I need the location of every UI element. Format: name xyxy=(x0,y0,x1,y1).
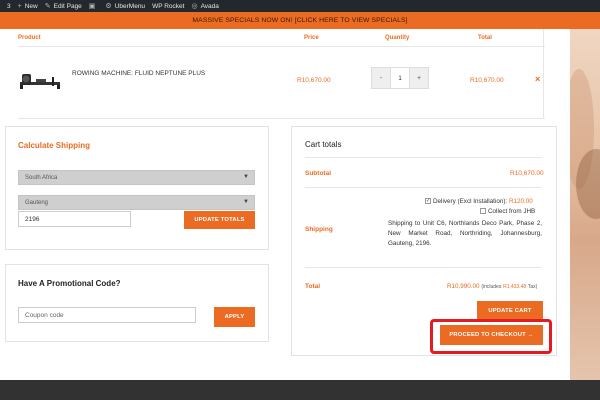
collect-option[interactable]: Collect from JHB xyxy=(480,208,535,215)
col-header-total: Total xyxy=(478,35,492,41)
admin-bar-item-count[interactable]: 3 xyxy=(7,3,11,10)
province-select-value: Gauteng xyxy=(25,199,49,206)
footer-bar xyxy=(0,380,600,400)
quantity-input[interactable]: 1 xyxy=(391,67,409,89)
admin-bar-new[interactable]: + New xyxy=(18,3,38,10)
checkout-highlight-box xyxy=(430,319,552,354)
admin-bar-edit-page[interactable]: ✎ Edit Page xyxy=(44,2,82,11)
totals-divider xyxy=(305,157,542,158)
col-header-price: Price xyxy=(304,35,319,41)
cart-totals-title: Cart totals xyxy=(305,140,342,149)
promo-code-panel xyxy=(5,264,269,342)
quantity-stepper: - 1 + xyxy=(371,67,429,89)
admin-new-label: New xyxy=(24,2,38,10)
plus-icon: + xyxy=(17,2,22,10)
remove-item-icon[interactable]: × xyxy=(535,74,540,84)
delivery-option-label: Delivery (Excl Installation): xyxy=(433,198,508,205)
admin-count-label: 3 xyxy=(7,2,11,10)
calculate-shipping-title[interactable]: Calculate Shipping xyxy=(18,141,90,150)
quantity-minus-button[interactable]: - xyxy=(371,67,391,89)
coupon-code-input[interactable]: Coupon code xyxy=(18,307,196,323)
admin-bar-wp-rocket[interactable]: WP Rocket xyxy=(152,3,184,10)
pencil-icon: ✎ xyxy=(44,3,51,10)
admin-bar-ubermenu[interactable]: ⚙ UberMenu xyxy=(105,2,146,11)
subtotal-label: Subtotal xyxy=(305,170,331,177)
totals-divider xyxy=(305,267,542,268)
total-value: R10,990.00 xyxy=(447,283,480,290)
apply-coupon-button[interactable]: APPLY xyxy=(214,307,255,327)
promo-banner-text: MASSIVE SPECIALS NOW ON! [CLICK HERE TO … xyxy=(192,17,408,24)
admin-bar-shield[interactable]: ▣ xyxy=(89,2,99,10)
product-subtotal: R10,670.00 xyxy=(470,77,504,84)
side-photo xyxy=(570,29,600,380)
admin-avada-label: Avada xyxy=(200,2,219,10)
product-name[interactable]: ROWING MACHINE: FLUID NEPTUNE PLUS xyxy=(72,70,205,77)
globe-icon: ◎ xyxy=(191,3,198,10)
province-select[interactable]: Gauteng ▼ xyxy=(18,195,255,210)
tax-suffix: Tax) xyxy=(527,284,538,290)
admin-bar-avada[interactable]: ◎ Avada xyxy=(191,2,219,11)
admin-edit-label: Edit Page xyxy=(53,2,82,10)
product-price: R10,670.00 xyxy=(297,77,331,84)
total-label: Total xyxy=(305,283,321,290)
table-divider xyxy=(18,118,545,119)
radio-checked-icon[interactable]: ✓ xyxy=(425,198,431,205)
postcode-input[interactable]: 2196 xyxy=(18,211,131,227)
total-line: R10,990.00 (includes R1,433.48 Tax) xyxy=(447,283,537,290)
subtotal-value: R10,670.00 xyxy=(510,170,544,177)
promo-banner[interactable]: MASSIVE SPECIALS NOW ON! [CLICK HERE TO … xyxy=(0,12,600,29)
delivery-option[interactable]: ✓ Delivery (Excl Installation): R120.00 xyxy=(425,198,533,205)
quantity-plus-button[interactable]: + xyxy=(409,67,429,89)
gear-icon: ⚙ xyxy=(105,3,112,10)
table-divider xyxy=(18,46,545,47)
update-cart-button[interactable]: UPDATE CART xyxy=(477,301,543,320)
delivery-price: R120.00 xyxy=(508,198,533,205)
country-select[interactable]: South Africa ▼ xyxy=(18,170,255,185)
shipping-address: Shipping to Unit C6, Northlands Deco Par… xyxy=(388,220,542,248)
chevron-down-icon: ▼ xyxy=(243,199,249,205)
admin-bar: 3 + New ✎ Edit Page ▣ ⚙ UberMenu WP Rocket … xyxy=(0,0,600,12)
collect-option-label: Collect from JHB xyxy=(488,208,536,215)
col-header-quantity: Quantity xyxy=(385,35,410,41)
totals-divider xyxy=(305,187,542,188)
admin-wprocket-label: WP Rocket xyxy=(152,2,185,10)
table-edge xyxy=(543,29,544,119)
shield-icon: ▣ xyxy=(88,3,96,10)
shipping-label: Shipping xyxy=(305,226,333,233)
admin-ubermenu-label: UberMenu xyxy=(114,2,146,10)
product-thumbnail[interactable] xyxy=(18,68,62,92)
radio-unchecked-icon[interactable] xyxy=(480,208,486,215)
tax-value: R1,433.48 xyxy=(503,284,527,290)
chevron-down-icon: ▼ xyxy=(243,174,249,180)
country-select-value: South Africa xyxy=(25,174,58,181)
update-totals-button[interactable]: UPDATE TOTALS xyxy=(184,211,255,229)
tax-prefix: (includes xyxy=(481,284,502,290)
col-header-product: Product xyxy=(18,35,41,41)
promo-code-title: Have A Promotional Code? xyxy=(18,279,121,288)
